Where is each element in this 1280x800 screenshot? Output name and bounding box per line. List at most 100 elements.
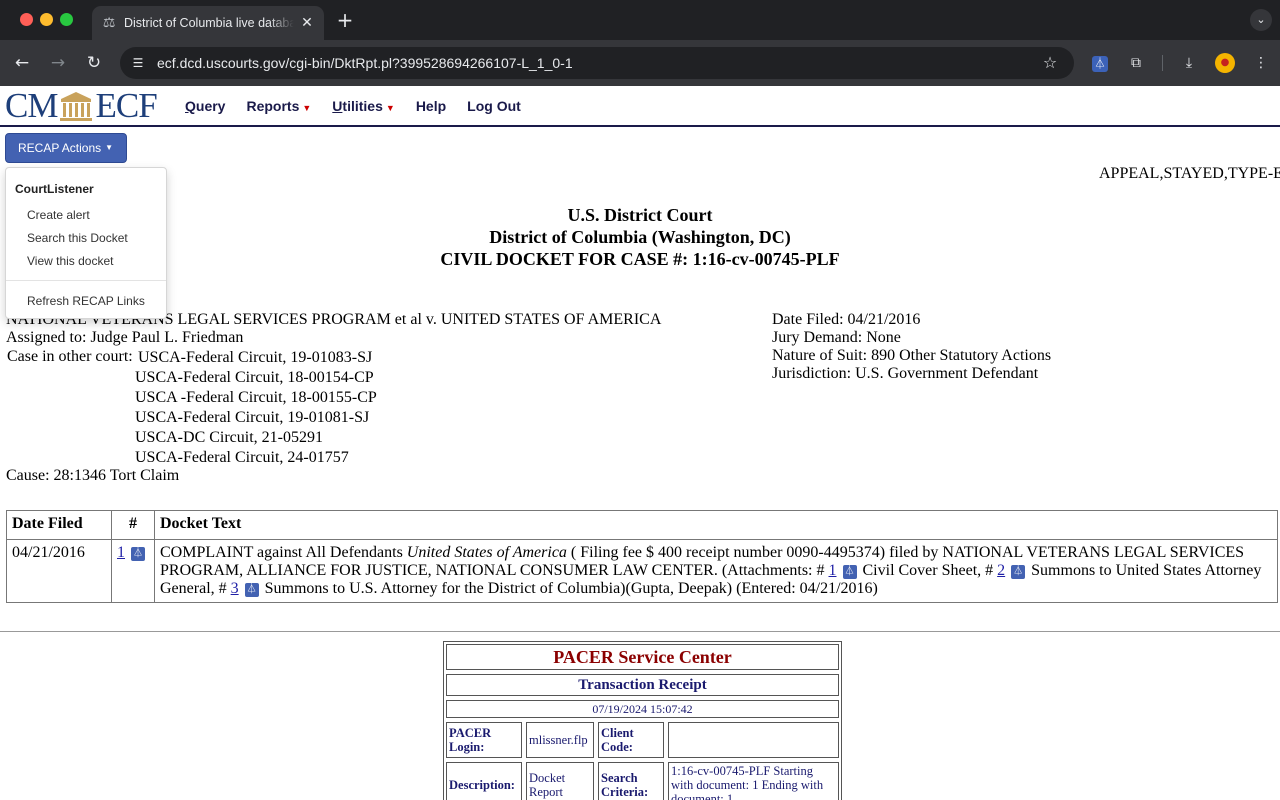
logo-text-right: ECF (95, 86, 157, 125)
other-court-item: USCA-Federal Circuit, 19-01083-SJ (138, 349, 373, 366)
close-icon[interactable]: ✕ (298, 14, 316, 32)
jury-demand: Jury Demand: None (772, 329, 901, 346)
minimize-window-button[interactable] (40, 13, 53, 26)
case-number-heading: CIVIL DOCKET FOR CASE #: 1:16-cv-00745-P… (440, 249, 840, 269)
star-icon[interactable]: ☆ (1040, 53, 1060, 73)
entry-text-part: Summons to U.S. Attorney for the Distric… (260, 580, 878, 597)
attachment-link[interactable]: 1 (829, 562, 837, 579)
caret-down-icon: ▼ (302, 103, 312, 113)
jurisdiction: Jurisdiction: U.S. Government Defendant (772, 365, 1039, 382)
tab-title: District of Columbia live database (124, 16, 294, 30)
search-criteria-value: 1:16-cv-00745-PLF Starting with document… (668, 762, 839, 800)
forward-arrow-icon[interactable]: → (46, 51, 70, 75)
attachment-link[interactable]: 2 (997, 562, 1005, 579)
entry-text-part: Civil Cover Sheet, # (858, 562, 998, 579)
other-court-label: Case in other court: (7, 348, 133, 365)
menu-item-search-docket[interactable]: Search this Docket (27, 231, 128, 245)
login-label: PACER Login: (446, 722, 522, 758)
court-name: U.S. District Court (567, 205, 713, 225)
column-header-number: # (111, 510, 155, 540)
search-criteria-label: Search Criteria: (598, 762, 664, 800)
court-district: District of Columbia (Washington, DC) (489, 227, 791, 247)
browser-toolbar: ← → ↻ ☰ ecf.dcd.uscourts.gov/cgi-bin/Dkt… (0, 40, 1280, 86)
nav-reports[interactable]: Reports ▼ (246, 98, 311, 114)
nav-help[interactable]: Help (416, 98, 446, 114)
nature-of-suit: Nature of Suit: 890 Other Statutory Acti… (772, 347, 1052, 364)
recap-actions-button[interactable]: RECAP Actions ▼ (5, 133, 127, 163)
other-court-item: USCA -Federal Circuit, 18-00155-CP (135, 389, 377, 406)
other-court-item: USCA-Federal Circuit, 19-01081-SJ (135, 409, 370, 426)
entry-date: 04/21/2016 (6, 539, 112, 603)
court-heading: U.S. District Court District of Columbia… (0, 204, 1280, 270)
recap-document-icon[interactable]: ⏃ (842, 565, 857, 579)
pacer-receipt: PACER Service Center Transaction Receipt… (443, 641, 842, 800)
download-icon[interactable]: ⤓ (1178, 52, 1200, 74)
recap-extension-icon[interactable]: ⏃ (1089, 52, 1111, 74)
entry-text: COMPLAINT against All Defendants United … (154, 539, 1278, 603)
menu-header-courtlistener: CourtListener (15, 182, 94, 196)
table-row: 04/21/2016 1 ⏃ COMPLAINT against All Def… (6, 539, 1278, 603)
nav-logout[interactable]: Log Out (467, 98, 521, 114)
recap-document-icon[interactable]: ⏃ (1011, 565, 1026, 579)
nav-utilities[interactable]: Utilities ▼ (332, 98, 395, 114)
table-header-row: Date Filed # Docket Text (6, 510, 1278, 540)
close-window-button[interactable] (20, 13, 33, 26)
recap-dropdown-menu: CourtListener Create alert Search this D… (5, 167, 167, 319)
puzzle-icon[interactable]: ⧉ (1125, 52, 1147, 74)
cmecf-header: CM ECF Query Reports ▼ Utilities ▼ Help Lo… (0, 87, 1280, 127)
case-flags: APPEAL,STAYED,TYPE-E (1099, 165, 1280, 182)
other-court-item: USCA-Federal Circuit, 18-00154-CP (135, 369, 374, 386)
url-text[interactable]: ecf.dcd.uscourts.gov/cgi-bin/DktRpt.pl?3… (157, 54, 573, 72)
caret-down-icon: ▼ (385, 103, 395, 113)
nav-query[interactable]: Query (185, 98, 225, 114)
menu-divider (6, 280, 166, 281)
toolbar-divider (1162, 55, 1163, 71)
cmecf-logo[interactable]: CM ECF (5, 86, 158, 125)
address-bar[interactable]: ☰ ecf.dcd.uscourts.gov/cgi-bin/DktRpt.pl… (120, 47, 1074, 79)
browser-tab-active[interactable]: ⚖ District of Columbia live database ✕ (92, 6, 324, 40)
receipt-row: Description: Docket Report Search Criter… (446, 762, 839, 800)
other-court-list: USCA-Federal Circuit, 19-01083-SJ USCA-F… (135, 348, 377, 468)
receipt-subtitle: Transaction Receipt (446, 674, 839, 696)
menu-item-view-docket[interactable]: View this docket (27, 254, 114, 268)
logo-text-left: CM (5, 86, 58, 125)
client-code-label: Client Code: (598, 722, 664, 758)
menu-item-create-alert[interactable]: Create alert (27, 208, 90, 222)
recap-actions-label: RECAP Actions (18, 141, 102, 155)
reload-icon[interactable]: ↻ (82, 51, 106, 75)
recap-document-icon[interactable]: ⏃ (244, 583, 259, 597)
maximize-window-button[interactable] (60, 13, 73, 26)
entry-number-cell: 1 ⏃ (111, 539, 155, 603)
entry-text-part: COMPLAINT against All Defendants (160, 544, 407, 561)
plus-icon[interactable]: + (334, 9, 356, 31)
receipt-title: PACER Service Center (446, 644, 839, 670)
horizontal-rule (0, 631, 1280, 632)
kebab-menu-icon[interactable]: ⋮ (1250, 52, 1272, 74)
docket-table: Date Filed # Docket Text 04/21/2016 1 ⏃ … (6, 510, 1278, 603)
scales-favicon-icon: ⚖ (102, 15, 116, 31)
recap-document-icon[interactable]: ⏃ (131, 547, 145, 561)
avatar[interactable]: ● (1215, 53, 1235, 73)
login-value: mlissner.flp (526, 722, 594, 758)
column-header-text: Docket Text (154, 510, 1278, 540)
receipt-row: PACER Login: mlissner.flp Client Code: (446, 722, 839, 758)
nav-utilities-label: Utilities (332, 98, 383, 114)
caret-down-icon: ▼ (105, 143, 113, 152)
site-info-icon[interactable]: ☰ (129, 54, 147, 72)
assigned-judge: Assigned to: Judge Paul L. Friedman (6, 329, 244, 346)
attachment-link[interactable]: 3 (231, 580, 239, 597)
description-label: Description: (446, 762, 522, 800)
browser-tab-bar: ⚖ District of Columbia live database ✕ +… (0, 0, 1280, 40)
back-arrow-icon[interactable]: ← (10, 51, 34, 75)
courthouse-icon (60, 92, 93, 121)
receipt-datetime: 07/19/2024 15:07:42 (446, 700, 839, 718)
cmecf-nav: Query Reports ▼ Utilities ▼ Help Log Out (185, 98, 542, 114)
chevron-down-icon[interactable]: ⌄ (1250, 9, 1272, 31)
menu-item-refresh-links[interactable]: Refresh RECAP Links (27, 294, 145, 308)
case-info-right: Date Filed: 04/21/2016 Jury Demand: None… (772, 311, 1051, 383)
other-court-item: USCA-Federal Circuit, 24-01757 (135, 449, 349, 466)
entry-text-italic: United States of America (406, 544, 567, 561)
other-court-item: USCA-DC Circuit, 21-05291 (135, 429, 323, 446)
nav-reports-label: Reports (246, 98, 300, 114)
document-link[interactable]: 1 (117, 544, 125, 561)
